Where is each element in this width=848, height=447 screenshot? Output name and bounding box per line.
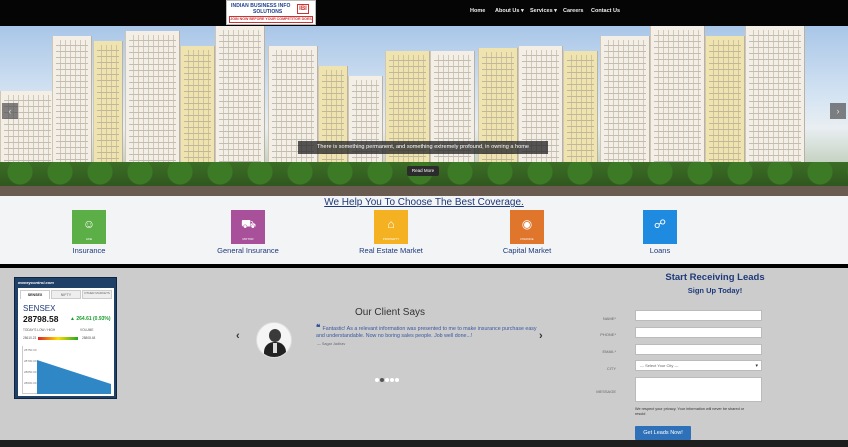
index-change: ▲ 264.61 (0.93%) xyxy=(70,316,111,322)
sensex-widget[interactable]: moneycontrol.com SENSEX NIFTY OTHER MARK… xyxy=(14,277,117,399)
coins-icon[interactable]: ◉ FINANCE xyxy=(510,210,544,244)
index-name: SENSEX xyxy=(23,304,56,313)
name-field[interactable] xyxy=(635,310,762,321)
service-label[interactable]: Real Estate Market xyxy=(354,246,428,255)
get-leads-button[interactable]: Get Leads Now! xyxy=(635,426,691,440)
city-select-value: --- Select Your City --- xyxy=(640,363,679,368)
car-icon[interactable]: ⛟ MOTOR xyxy=(231,210,265,244)
site-logo[interactable]: INDIAN BUSINESS INFO SOLUTIONS IBI JOIN … xyxy=(226,0,316,25)
widget-header: moneycontrol.com xyxy=(18,280,54,285)
sensex-area xyxy=(37,360,111,394)
service-label[interactable]: General Insurance xyxy=(210,246,286,255)
building-image xyxy=(563,51,598,176)
tab-nifty[interactable]: NIFTY xyxy=(51,290,81,299)
building-image xyxy=(93,41,123,176)
building-image xyxy=(180,46,215,176)
family-icon[interactable]: ☺ LIFE xyxy=(72,210,106,244)
low-value: 28610.23 xyxy=(23,336,37,340)
todays-low-high-label: TODAY'S LOW / HIGH xyxy=(23,328,56,332)
building-image xyxy=(348,76,383,176)
chevron-down-icon: ▾ xyxy=(755,363,758,369)
name-label: NAME* xyxy=(602,316,616,321)
coverage-title[interactable]: We Help You To Choose The Best Coverage. xyxy=(0,197,848,208)
service-label[interactable]: Insurance xyxy=(62,246,116,255)
widget-panel: SENSEX NIFTY OTHER MARKETS SENSEX 28798.… xyxy=(18,288,114,396)
service-loans[interactable]: ☍ Loans xyxy=(640,210,680,255)
message-label: MESSAGE xyxy=(596,389,616,394)
house-icon[interactable]: ⌂ PROPERTY xyxy=(374,210,408,244)
service-capital-market[interactable]: ◉ FINANCE Capital Market xyxy=(498,210,556,255)
building-image xyxy=(600,36,650,176)
quote-author: — Sagar Jadhav xyxy=(317,342,346,346)
nav-services[interactable]: Services ▾ xyxy=(530,8,557,14)
index-value: 28798.58 xyxy=(23,314,59,324)
message-textarea[interactable] xyxy=(635,377,762,402)
city-label: CITY xyxy=(606,366,616,371)
low-high-bar xyxy=(38,337,78,340)
form-title: Start Receiving Leads xyxy=(665,272,765,283)
building-image xyxy=(745,26,805,176)
hero-prev-arrow-icon[interactable]: ‹ xyxy=(2,103,18,119)
service-general-insurance[interactable]: ⛟ MOTOR General Insurance xyxy=(210,210,286,255)
service-real-estate-market[interactable]: ⌂ PROPERTY Real Estate Market xyxy=(354,210,428,255)
carousel-dot[interactable] xyxy=(385,378,389,382)
tab-other-markets[interactable]: OTHER MARKETS xyxy=(82,290,112,299)
carousel-dot[interactable] xyxy=(390,378,394,382)
nav-contact-us[interactable]: Contact Us xyxy=(591,8,620,14)
high-value: 28808.48 xyxy=(82,336,96,340)
clients-prev-icon[interactable]: ‹ xyxy=(236,330,240,342)
carousel-dot[interactable] xyxy=(395,378,399,382)
hero-slider: ‹ › There is something permanent, and so… xyxy=(0,26,848,196)
email-field[interactable] xyxy=(635,344,762,355)
service-insurance[interactable]: ☺ LIFE Insurance xyxy=(62,210,116,255)
nav-careers[interactable]: Careers xyxy=(563,8,584,14)
volume-label: VOLUME xyxy=(80,328,94,332)
service-label[interactable]: Capital Market xyxy=(498,246,556,255)
building-image xyxy=(650,26,705,176)
building-image xyxy=(215,26,265,176)
building-image xyxy=(125,31,180,176)
carousel-dot[interactable] xyxy=(375,378,379,382)
building-image xyxy=(268,46,318,176)
clients-title: Our Client Says xyxy=(354,307,426,318)
service-label[interactable]: Loans xyxy=(640,246,680,255)
top-navbar: INDIAN BUSINESS INFO SOLUTIONS IBI JOIN … xyxy=(0,0,848,26)
sensex-intraday-chart: 28750.00 28700.00 28650.00 28600.00 xyxy=(22,346,111,394)
hand-money-icon[interactable]: ☍ xyxy=(643,210,677,244)
building-image xyxy=(318,66,348,176)
nav-home[interactable]: Home xyxy=(470,8,485,14)
logo-tagline: JOIN NOW BEFORE YOUR COMPETITOR DOES xyxy=(229,16,313,23)
phone-field[interactable] xyxy=(635,327,762,338)
building-image xyxy=(52,36,92,176)
footer-bar xyxy=(0,440,848,447)
page: INDIAN BUSINESS INFO SOLUTIONS IBI JOIN … xyxy=(0,0,848,447)
logo-mark: IBI xyxy=(297,4,309,14)
phone-label: PHONE* xyxy=(600,332,616,337)
nav-about-us[interactable]: About Us ▾ xyxy=(495,8,524,14)
logo-line2: SOLUTIONS xyxy=(253,9,283,15)
tab-sensex[interactable]: SENSEX xyxy=(20,290,50,299)
privacy-text: We respect your privacy. Your informatio… xyxy=(635,407,745,416)
building-image xyxy=(518,46,563,176)
quote-text: Fantastic! As a relevant information was… xyxy=(316,326,537,339)
carousel-dot[interactable] xyxy=(380,378,384,382)
hero-caption: There is something permanent, and someth… xyxy=(298,141,548,154)
building-image xyxy=(478,48,518,176)
city-select[interactable]: --- Select Your City --- ▾ xyxy=(635,360,762,371)
client-quote: ❝ Fantastic! As a relevant information w… xyxy=(316,324,540,340)
privacy-note: We respect your privacy. Your informatio… xyxy=(635,407,745,417)
building-image xyxy=(385,51,430,176)
read-more-button[interactable]: Read More xyxy=(407,166,439,176)
client-avatar xyxy=(256,322,292,358)
email-label: EMAIL* xyxy=(602,349,616,354)
form-subtitle: Sign Up Today! xyxy=(687,286,743,295)
road-image xyxy=(0,186,848,196)
carousel-dots xyxy=(375,369,400,387)
building-image xyxy=(430,51,475,176)
hero-next-arrow-icon[interactable]: › xyxy=(830,103,846,119)
coverage-section: We Help You To Choose The Best Coverage.… xyxy=(0,196,848,264)
building-image xyxy=(705,36,745,176)
